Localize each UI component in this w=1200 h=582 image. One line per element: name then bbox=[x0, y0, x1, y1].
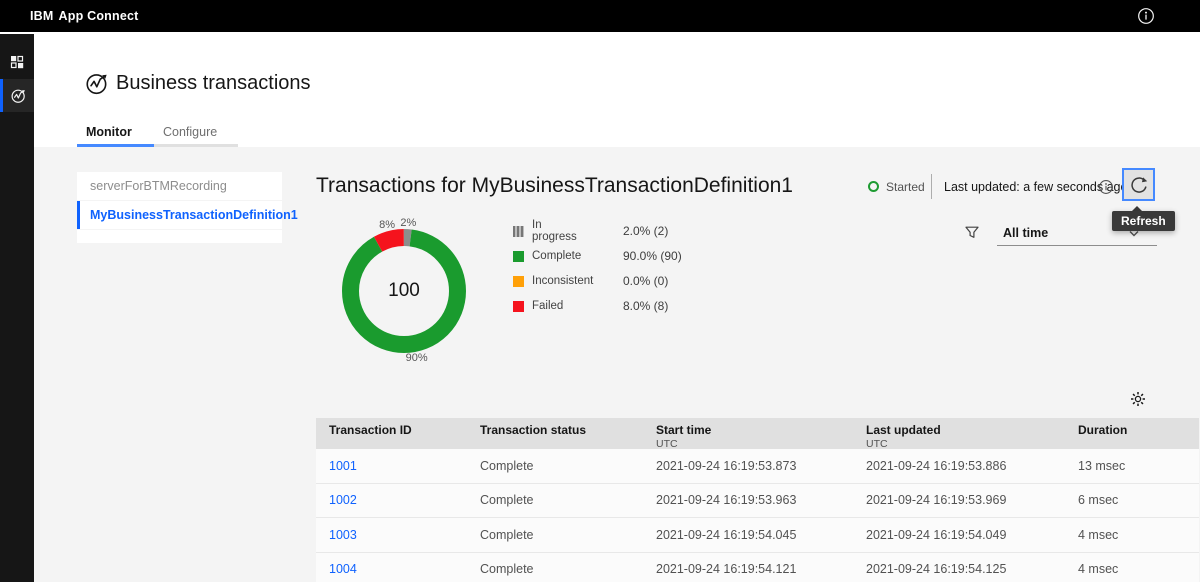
duration-cell: 13 msec bbox=[1065, 459, 1199, 473]
legend-label: Complete bbox=[532, 250, 585, 262]
refresh-tooltip: Refresh bbox=[1112, 211, 1175, 231]
sidebar-item-business-transactions[interactable] bbox=[0, 79, 34, 112]
transactions-table: Transaction ID Transaction status Start … bbox=[316, 418, 1199, 582]
legend-item-failed: Failed 8.0% (8) bbox=[513, 299, 682, 313]
sidebar-item-dashboard[interactable] bbox=[0, 46, 34, 78]
duration-cell: 6 msec bbox=[1065, 493, 1199, 507]
business-transactions-icon bbox=[84, 70, 110, 96]
chart-legend: In progress 2.0% (2) Complete 90.0% (90)… bbox=[513, 224, 682, 313]
panel-title: Transactions for MyBusinessTransactionDe… bbox=[316, 174, 793, 198]
gear-icon bbox=[1130, 391, 1146, 407]
chevron-down-icon bbox=[1129, 230, 1139, 237]
time-range-value: All time bbox=[1003, 226, 1048, 240]
legend-swatch-in-progress bbox=[513, 226, 524, 237]
brand-title: IBM App Connect bbox=[30, 9, 139, 23]
legend-swatch-failed bbox=[513, 301, 524, 312]
left-nav-sidebar bbox=[0, 34, 34, 582]
info-icon bbox=[1098, 179, 1114, 195]
brand-prefix: IBM bbox=[30, 9, 54, 23]
refresh-icon bbox=[1130, 176, 1148, 194]
app-window: IBM App Connect Business transactions Mon… bbox=[0, 0, 1200, 582]
tab-monitor[interactable]: Monitor bbox=[77, 119, 154, 147]
last-updated-cell: 2021-09-24 16:19:54.049 bbox=[853, 528, 1065, 542]
dashboard-grid-icon bbox=[10, 55, 24, 69]
table-row: 1003 Complete 2021-09-24 16:19:54.045 20… bbox=[316, 518, 1199, 553]
status-donut-chart: 2% 90% 8% bbox=[312, 199, 496, 383]
filter-icon bbox=[964, 224, 980, 240]
business-transactions-icon bbox=[10, 87, 27, 104]
info-icon bbox=[1137, 7, 1155, 25]
svg-text:90%: 90% bbox=[406, 352, 428, 364]
legend-value: 0.0% (0) bbox=[623, 274, 668, 288]
start-time-cell: 2021-09-24 16:19:53.873 bbox=[643, 459, 853, 473]
table-row: 1002 Complete 2021-09-24 16:19:53.963 20… bbox=[316, 484, 1199, 519]
start-time-cell: 2021-09-24 16:19:54.121 bbox=[643, 562, 853, 576]
transaction-status-cell: Complete bbox=[467, 493, 643, 507]
column-header-transaction-status: Transaction status bbox=[467, 418, 643, 449]
transaction-id-link[interactable]: 1003 bbox=[329, 528, 357, 542]
header-info-button[interactable] bbox=[1136, 6, 1156, 26]
start-time-cell: 2021-09-24 16:19:53.963 bbox=[643, 493, 853, 507]
transaction-status-cell: Complete bbox=[467, 528, 643, 542]
list-item-empty bbox=[77, 230, 282, 243]
column-header-start-time: Start time UTC bbox=[643, 418, 853, 449]
svg-text:8%: 8% bbox=[379, 219, 395, 231]
column-header-last-updated: Last updated UTC bbox=[853, 418, 1065, 449]
filter-button[interactable] bbox=[961, 221, 983, 243]
legend-swatch-inconsistent bbox=[513, 276, 524, 287]
legend-item-inconsistent: Inconsistent 0.0% (0) bbox=[513, 274, 682, 288]
duration-cell: 4 msec bbox=[1065, 562, 1199, 576]
legend-swatch-complete bbox=[513, 251, 524, 262]
transaction-id-link[interactable]: 1004 bbox=[329, 562, 357, 576]
last-updated-cell: 2021-09-24 16:19:53.886 bbox=[853, 459, 1065, 473]
legend-value: 2.0% (2) bbox=[623, 224, 668, 238]
definition-list: serverForBTMRecording MyBusinessTransact… bbox=[77, 172, 282, 244]
status-label: Started bbox=[886, 180, 925, 194]
list-item-definition-selected[interactable]: MyBusinessTransactionDefinition1 bbox=[77, 201, 282, 229]
legend-value: 8.0% (8) bbox=[623, 299, 668, 313]
legend-value: 90.0% (90) bbox=[623, 249, 682, 263]
table-row: 1004 Complete 2021-09-24 16:19:54.121 20… bbox=[316, 553, 1199, 582]
refresh-button[interactable] bbox=[1122, 168, 1155, 201]
started-status-icon bbox=[868, 181, 879, 192]
page-title: Business transactions bbox=[116, 70, 311, 96]
tab-configure[interactable]: Configure bbox=[154, 119, 238, 147]
table-settings-button[interactable] bbox=[1126, 387, 1150, 411]
svg-text:2%: 2% bbox=[400, 217, 416, 229]
legend-item-complete: Complete 90.0% (90) bbox=[513, 249, 682, 263]
transaction-status-cell: Complete bbox=[467, 562, 643, 576]
transaction-id-link[interactable]: 1001 bbox=[329, 459, 357, 473]
tab-bar: Monitor Configure bbox=[77, 119, 238, 147]
legend-item-in-progress: In progress 2.0% (2) bbox=[513, 224, 682, 238]
table-row: 1001 Complete 2021-09-24 16:19:53.873 20… bbox=[316, 449, 1199, 484]
start-time-cell: 2021-09-24 16:19:54.045 bbox=[643, 528, 853, 542]
last-updated-cell: 2021-09-24 16:19:53.969 bbox=[853, 493, 1065, 507]
legend-label: Inconsistent bbox=[532, 275, 585, 287]
last-updated-info-button[interactable] bbox=[1098, 179, 1114, 195]
column-header-duration: Duration bbox=[1065, 418, 1199, 449]
brand-product-name: App Connect bbox=[59, 9, 139, 23]
top-header-bar: IBM App Connect bbox=[0, 0, 1200, 32]
status-indicator: Started bbox=[862, 174, 925, 199]
transaction-id-link[interactable]: 1002 bbox=[329, 493, 357, 507]
transaction-status-cell: Complete bbox=[467, 459, 643, 473]
table-header-row: Transaction ID Transaction status Start … bbox=[316, 418, 1199, 449]
duration-cell: 4 msec bbox=[1065, 528, 1199, 542]
legend-label: In progress bbox=[532, 219, 585, 243]
divider bbox=[931, 174, 932, 199]
column-header-transaction-id: Transaction ID bbox=[316, 418, 467, 449]
last-updated-cell: 2021-09-24 16:19:54.125 bbox=[853, 562, 1065, 576]
legend-label: Failed bbox=[532, 300, 585, 312]
list-item-server[interactable]: serverForBTMRecording bbox=[77, 172, 282, 200]
